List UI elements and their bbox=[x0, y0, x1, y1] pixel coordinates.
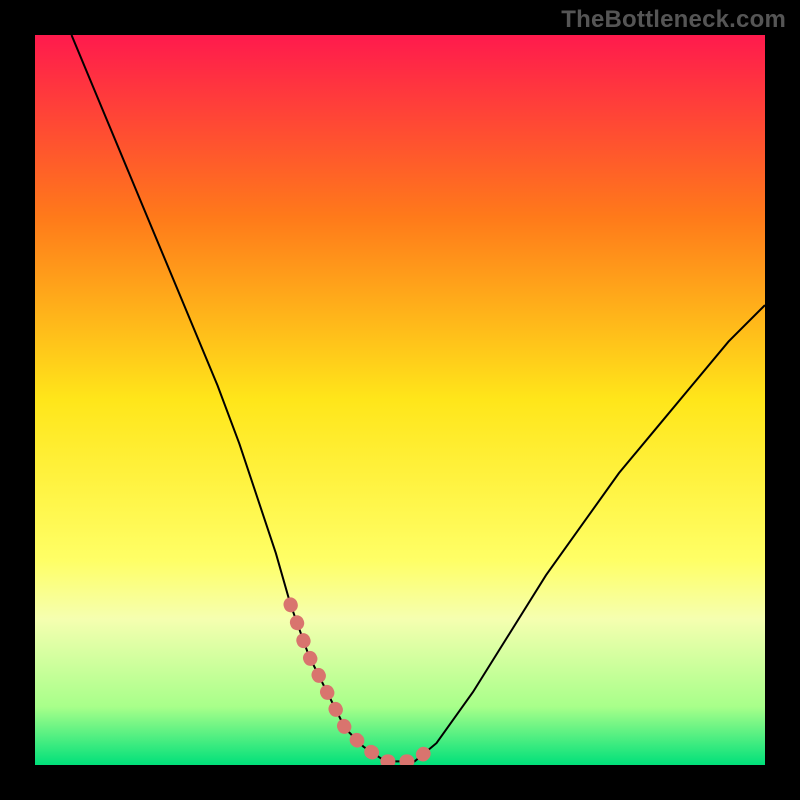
chart-frame: TheBottleneck.com bbox=[0, 0, 800, 800]
bottleneck-plot bbox=[35, 35, 765, 765]
gradient-rect bbox=[35, 35, 765, 765]
watermark-text: TheBottleneck.com bbox=[561, 6, 786, 34]
